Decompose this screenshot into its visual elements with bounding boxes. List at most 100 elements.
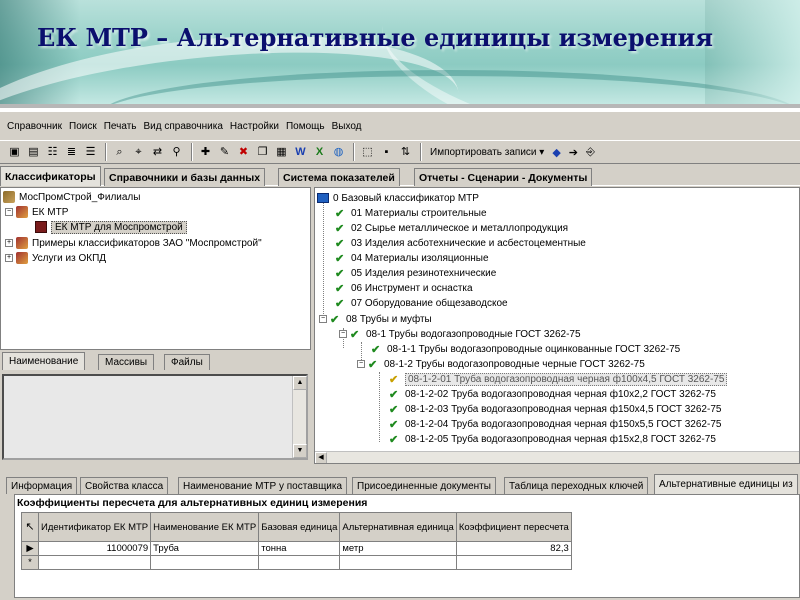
subtab-arrays[interactable]: Массивы [98,354,155,370]
expand-toggle[interactable]: + [5,239,13,247]
cell-empty[interactable] [150,555,260,570]
tab-supplier-names[interactable]: Наименование МТР у поставщика [178,477,348,494]
tree-item-ek-mtr[interactable]: − ЕК МТР [5,205,68,219]
tree-item-label: ЕК МТР для Моспромстрой [51,220,187,234]
binoculars-icon[interactable]: ⌕ [111,144,128,161]
exit-door-icon[interactable]: ⎆ [582,144,599,161]
tree-item-label: 08-1-2-01 Труба водогазопроводная черная… [405,372,728,386]
tree-item-label: 08-1-2 Трубы водогазопроводные черные ГО… [384,358,645,370]
column-header-base-unit[interactable]: Базовая единица [258,512,341,542]
delete-icon[interactable]: ✖ [235,144,252,161]
subtab-files[interactable]: Файлы [164,354,210,370]
tab-info[interactable]: Информация [6,477,78,494]
collapse-toggle[interactable]: − [5,208,13,216]
column-header-alt-unit[interactable]: Альтернативная единица [339,512,457,542]
arrow-right-icon[interactable]: ➔ [569,146,578,159]
filter-icon[interactable]: ⚲ [168,144,185,161]
tree-item[interactable]: ✔ 08-1-2-05 Труба водогазопроводная черна… [389,432,716,446]
tab-attached-docs[interactable]: Присоединенные документы [352,477,496,494]
add-node-icon[interactable]: ✚ [197,144,214,161]
word-icon[interactable]: W [292,144,309,161]
find-next-icon[interactable]: ⌖ [130,144,147,161]
tree-item-examples[interactable]: + Примеры классификаторов ЗАО "Моспромст… [5,236,262,250]
vertical-scrollbar[interactable]: ▲ ▼ [292,376,307,458]
subtab-name[interactable]: Наименование [2,352,86,370]
tree-item[interactable]: ✔ 08-1-2-03 Труба водогазопроводная черна… [389,402,721,416]
collapse-toggle[interactable]: − [339,330,347,338]
menu-exit[interactable]: Выход [332,121,362,132]
name-textbox[interactable]: ▲ ▼ [2,374,308,460]
cell-empty[interactable] [339,555,457,570]
tab-indicators[interactable]: Система показателей [278,168,400,186]
menu-search[interactable]: Поиск [69,121,97,132]
tree-item[interactable]: ✔ 03 Изделия асботехнические и асбестоцем… [335,236,586,250]
menu-view[interactable]: Вид справочника [143,121,222,132]
tree-item[interactable]: ✔ 04 Материалы изоляционные [335,251,489,265]
excel-icon[interactable]: X [311,144,328,161]
tree-item-ek-mtr-mps[interactable]: ЕК МТР для Моспромстрой [35,220,187,234]
cell-empty[interactable] [37,555,152,570]
export-icon[interactable]: ⬚ [359,144,376,161]
partial-check-icon: ✔ [389,373,399,386]
scroll-up-icon[interactable]: ▲ [293,376,307,390]
table-row[interactable]: ▶ 11000079 Труба тонна метр 82,3 [21,541,572,556]
columns-icon[interactable]: ☰ [82,144,99,161]
tree-item-label: 02 Сырье металлическое и металлопродукци… [351,222,569,234]
menu-directory[interactable]: Справочник [7,121,62,132]
tree-item[interactable]: − ✔ 08 Трубы и муфты [319,312,432,326]
menu-print[interactable]: Печать [104,121,137,132]
scroll-left-icon[interactable]: ◀ [315,452,327,463]
cell-base-unit[interactable]: тонна [258,541,341,556]
cell-alt-unit[interactable]: метр [339,541,457,556]
collapse-toggle[interactable]: − [319,315,327,323]
hierarchy-icon[interactable]: ☷ [44,144,61,161]
column-header-id[interactable]: Идентификатор ЕК МТР [37,512,152,542]
menu-settings[interactable]: Настройки [230,121,279,132]
cell-id[interactable]: 11000079 [37,541,152,556]
save-icon[interactable]: ▪ [378,144,395,161]
column-header-coefficient[interactable]: Коэффициент пересчета [455,512,572,542]
list-icon[interactable]: ≣ [63,144,80,161]
web-icon[interactable]: ◍ [330,144,347,161]
horizontal-scrollbar[interactable]: ◀ [315,451,799,463]
tab-key-table[interactable]: Таблица переходных ключей [504,477,649,494]
tree-item[interactable]: ✔ 08-1-1 Трубы водогазопроводные оцинкова… [371,342,680,356]
tab-reports[interactable]: Отчеты - Сценарии - Документы [414,168,593,186]
replace-icon[interactable]: ⇄ [149,144,166,161]
tree-item[interactable]: − ✔ 08-1-2 Трубы водогазопроводные черные … [357,357,645,371]
expand-toggle[interactable]: + [5,254,13,262]
cell-empty[interactable] [455,555,572,570]
arrow-left-icon[interactable]: ◆ [552,146,560,159]
window-icon[interactable]: ▣ [6,144,23,161]
cell-coefficient[interactable]: 82,3 [455,541,572,556]
column-header-name[interactable]: Наименование ЕК МТР [150,512,260,542]
scroll-down-icon[interactable]: ▼ [293,444,307,458]
tree-item[interactable]: ✔ 05 Изделия резинотехнические [335,266,496,280]
import-records-button[interactable]: Импортировать записи ▾ [426,143,548,161]
table-row-new[interactable]: * [21,555,572,570]
tree-item[interactable]: ✔ 06 Инструмент и оснастка [335,281,473,295]
card-icon[interactable]: ▤ [25,144,42,161]
edit-icon[interactable]: ✎ [216,144,233,161]
tree-item[interactable]: ✔ 08-1-2-02 Труба водогазопроводная черна… [389,387,716,401]
tab-directories[interactable]: Справочники и базы данных [104,168,266,186]
tree-item[interactable]: ✔ 08-1-2-04 Труба водогазопроводная черна… [389,417,721,431]
menu-help[interactable]: Помощь [286,121,325,132]
cell-empty[interactable] [258,555,341,570]
cell-name[interactable]: Труба [150,541,260,556]
tree-item[interactable]: − ✔ 08-1 Трубы водогазопроводные ГОСТ 3262… [339,327,581,341]
tree-item-selected[interactable]: ✔ 08-1-2-01 Труба водогазопроводная черна… [389,372,728,386]
collapse-toggle[interactable]: − [357,360,365,368]
sort-icon[interactable]: ⇅ [397,144,414,161]
tab-class-properties[interactable]: Свойства класса [80,477,169,494]
tab-alternative-units[interactable]: Альтернативные единицы из [654,474,798,494]
tree-item[interactable]: ✔ 07 Оборудование общезаводское [335,296,508,310]
tree-item[interactable]: ✔ 01 Материалы строительные [335,206,487,220]
tree-root[interactable]: МосПромСтрой_Филиалы [3,190,140,204]
tab-classifiers[interactable]: Классификаторы [0,166,101,186]
image-icon[interactable]: ▦ [273,144,290,161]
copy-icon[interactable]: ❐ [254,144,271,161]
tree-item-okpd[interactable]: + Услуги из ОКПД [5,251,106,265]
tree-item[interactable]: ✔ 02 Сырье металлическое и металлопродукц… [335,221,568,235]
tree-root[interactable]: 0 Базовый классификатор МТР [317,191,479,205]
